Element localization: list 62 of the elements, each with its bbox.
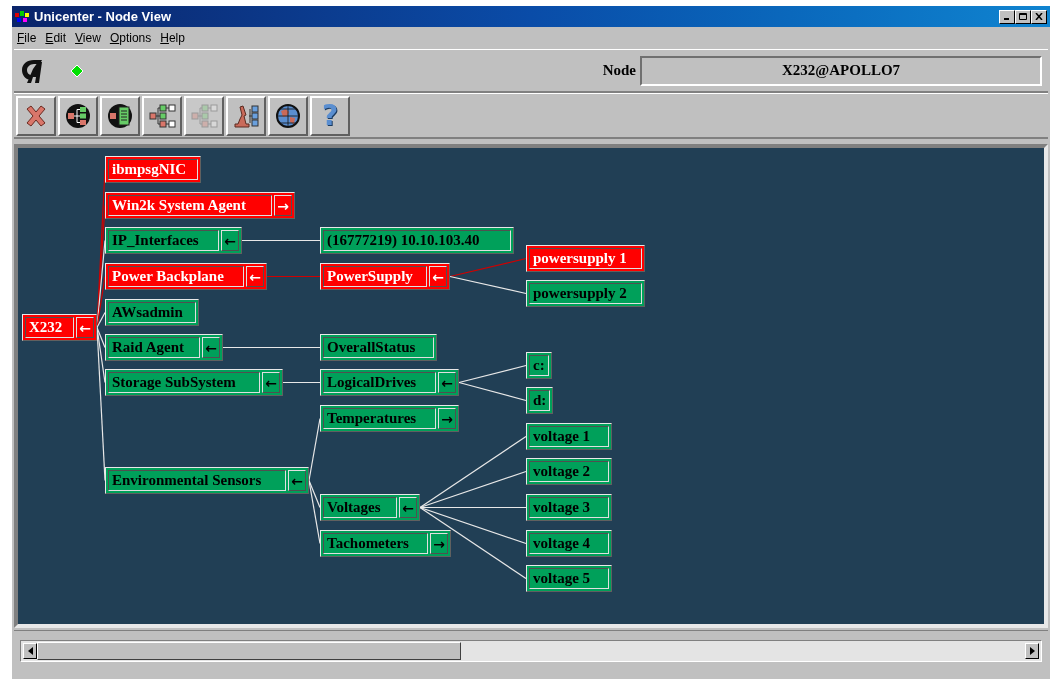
window-title: Unicenter - Node View [34,7,171,26]
menu-item[interactable]: Options [109,29,152,47]
globe-icon [274,102,302,129]
node-label: Storage SubSystem [108,372,260,393]
scroll-right-button[interactable] [1025,643,1039,659]
minimize-button[interactable] [999,9,1015,24]
node-field[interactable]: X232@APOLLO7 [640,55,1042,86]
tree-node[interactable]: LogicalDrives ← [320,369,459,396]
toolbar-button[interactable] [142,95,182,136]
connector-line [266,275,321,278]
menu-item[interactable]: Help [160,29,185,47]
connector-line [458,364,527,384]
node-label: Environmental Sensors [108,470,286,491]
app-icon [15,10,31,23]
status-diamond-icon [70,63,84,78]
maximize-icon [1019,13,1027,20]
microscope-icon [232,102,260,129]
menu-item[interactable]: View [75,29,101,47]
tree-node[interactable]: Tachometers → [320,530,451,557]
tree-node[interactable]: Voltages ← [320,494,420,521]
node-label: Temperatures [323,408,436,429]
node-detail-icon [106,102,134,129]
node-label: Power Backplane [108,266,244,287]
toolbar-button[interactable] [100,95,140,136]
node-label: LogicalDrives [323,372,436,393]
scroll-thumb[interactable] [37,642,461,660]
scroll-left-button[interactable] [23,643,37,659]
close-icon [1035,13,1043,20]
tree-node[interactable]: Temperatures → [320,405,459,432]
help-icon: ? [321,101,339,130]
tree-node[interactable]: PowerSupply ← [320,263,450,290]
tree-node[interactable]: Environmental Sensors ← [105,467,309,494]
right-arrow-icon [1029,647,1035,655]
node-map-icon [64,102,92,129]
node-label: Voltages [323,497,397,518]
tree-node[interactable]: Raid Agent ← [105,334,223,361]
toolbar-button[interactable] [268,95,308,136]
left-arrow-icon [27,647,33,655]
tree-node[interactable]: Win2k System Agent → [105,192,295,219]
connector-line [282,381,321,384]
tree-icon [148,102,176,129]
tree-node[interactable]: Storage SubSystem ← [105,369,283,396]
tree-node[interactable]: IP_Interfaces ← [105,227,242,254]
menu-item[interactable]: File [17,29,37,47]
tree-node[interactable]: Power Backplane ← [105,263,267,290]
tree-icon [190,102,218,129]
toolbar-button[interactable] [58,95,98,136]
node-label: Win2k System Agent [108,195,272,216]
horizontal-scrollbar[interactable] [20,640,1042,662]
close-button[interactable] [1031,9,1047,24]
connector-line [458,381,527,402]
node-label: Node [602,61,636,81]
toolbar-button[interactable] [226,95,266,136]
menu-item[interactable]: Edit [45,29,67,47]
maximize-button[interactable] [1015,9,1031,24]
node-label: PowerSupply [323,266,427,287]
node-label: X232 [25,317,74,338]
tree-node[interactable]: X232 ← [22,314,97,341]
node-label: Raid Agent [108,337,200,358]
toolbar-button[interactable] [16,95,56,136]
node-label: Tachometers [323,533,428,554]
node-label: IP_Interfaces [108,230,219,251]
